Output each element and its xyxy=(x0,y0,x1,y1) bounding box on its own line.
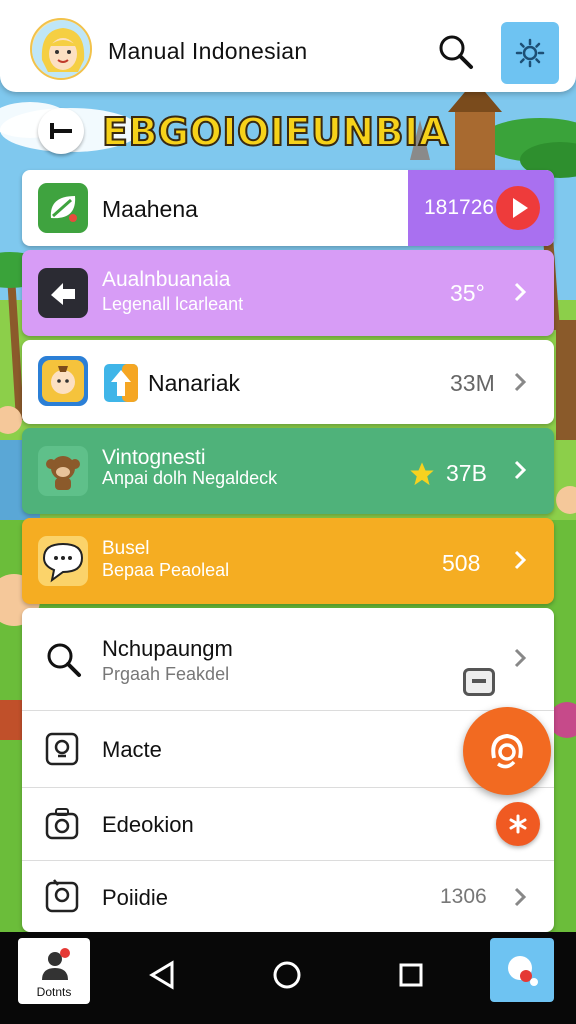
item-label: Macte xyxy=(102,737,162,762)
item-value: 508 xyxy=(442,550,481,576)
secondary-action-button[interactable] xyxy=(496,802,540,846)
camera-icon xyxy=(45,808,79,840)
item-label: Edeokion xyxy=(102,812,194,837)
chevron-right-icon xyxy=(514,887,527,907)
share-app-icon xyxy=(38,268,88,318)
item-value: 181726 xyxy=(424,196,495,219)
list-item-poiidie[interactable]: Poiidie 1306 xyxy=(22,861,554,932)
list-item-edeokion[interactable]: Edeokion xyxy=(22,788,554,860)
back-arrow-icon xyxy=(50,123,72,139)
item-label: Poiidie xyxy=(102,885,169,910)
avatar-girl-icon xyxy=(32,20,90,78)
floating-action-button[interactable] xyxy=(463,707,551,795)
search-icon xyxy=(47,643,81,677)
banner-title: EBGOIOIEUNBIA xyxy=(101,109,449,155)
item-subtitle: Prgaah Feakdel xyxy=(102,664,230,684)
item-value: 35° xyxy=(450,280,485,306)
headset-icon xyxy=(491,733,523,769)
recents-square-icon[interactable] xyxy=(398,962,424,988)
item-label: Nanariak xyxy=(148,370,241,396)
item-label: Maahena xyxy=(102,196,198,222)
list-item-aualnbuanaia[interactable]: Aualnbuanaia Legenall lcarleant 35° xyxy=(22,250,554,336)
nav-assistant-shortcut[interactable] xyxy=(490,938,554,1002)
search-button[interactable] xyxy=(436,32,476,72)
chevron-right-icon xyxy=(514,282,527,302)
assistant-icon xyxy=(508,956,538,986)
home-circle-icon[interactable] xyxy=(272,960,302,990)
item-value: 1306 xyxy=(440,885,487,908)
leaf-app-icon xyxy=(38,183,88,233)
back-button[interactable] xyxy=(38,108,84,154)
chevron-right-icon xyxy=(514,648,527,668)
item-label: Busel xyxy=(102,538,150,559)
item-value: 37B xyxy=(446,460,487,486)
monkey-app-icon xyxy=(38,446,88,496)
item-label: Vintognesti xyxy=(102,446,206,469)
item-subtitle: Legenall lcarleant xyxy=(102,294,244,314)
item-label: Nchupaungm xyxy=(102,636,233,661)
item-subtitle: Bepaa Peaoleal xyxy=(102,560,230,580)
list-item-nanariak[interactable]: Nanariak 33M xyxy=(22,340,554,424)
minimize-icon[interactable] xyxy=(463,668,495,696)
search-icon xyxy=(439,35,473,69)
item-label: Aualnbuanaia xyxy=(102,268,231,291)
chevron-right-icon xyxy=(514,372,527,392)
gallery-icon xyxy=(45,879,79,913)
play-icon xyxy=(513,198,528,218)
phone-icon xyxy=(45,732,79,766)
star-icon xyxy=(410,462,434,486)
item-subtitle: Anpai dolh Negaldeck xyxy=(102,468,278,488)
asterisk-icon xyxy=(509,814,527,834)
user-icon xyxy=(42,948,70,980)
chevron-right-icon xyxy=(514,460,527,480)
chat-bubble-icon xyxy=(38,536,88,586)
nav-app-shortcut[interactable]: Dotnts xyxy=(18,938,90,1004)
back-triangle-icon[interactable] xyxy=(148,960,176,990)
list-item-maahena[interactable]: Maahena 181726 xyxy=(22,170,554,246)
play-button[interactable] xyxy=(496,186,540,230)
item-value: 33M xyxy=(450,370,495,396)
chevron-right-icon xyxy=(514,550,527,570)
app-header: Manual Indonesian xyxy=(0,0,576,92)
settings-button[interactable] xyxy=(501,22,559,84)
list-item-vintognesti[interactable]: Vintognesti Anpai dolh Negaldeck 37B xyxy=(22,428,554,514)
character-app-icon xyxy=(38,356,88,406)
gear-icon xyxy=(515,38,545,68)
tag-app-icon xyxy=(104,364,138,402)
page-title: Manual Indonesian xyxy=(108,38,308,64)
nav-app-label: Dotnts xyxy=(36,985,72,999)
list-item-busel[interactable]: Busel Bepaa Peaoleal 508 xyxy=(22,518,554,604)
avatar[interactable] xyxy=(30,18,92,80)
